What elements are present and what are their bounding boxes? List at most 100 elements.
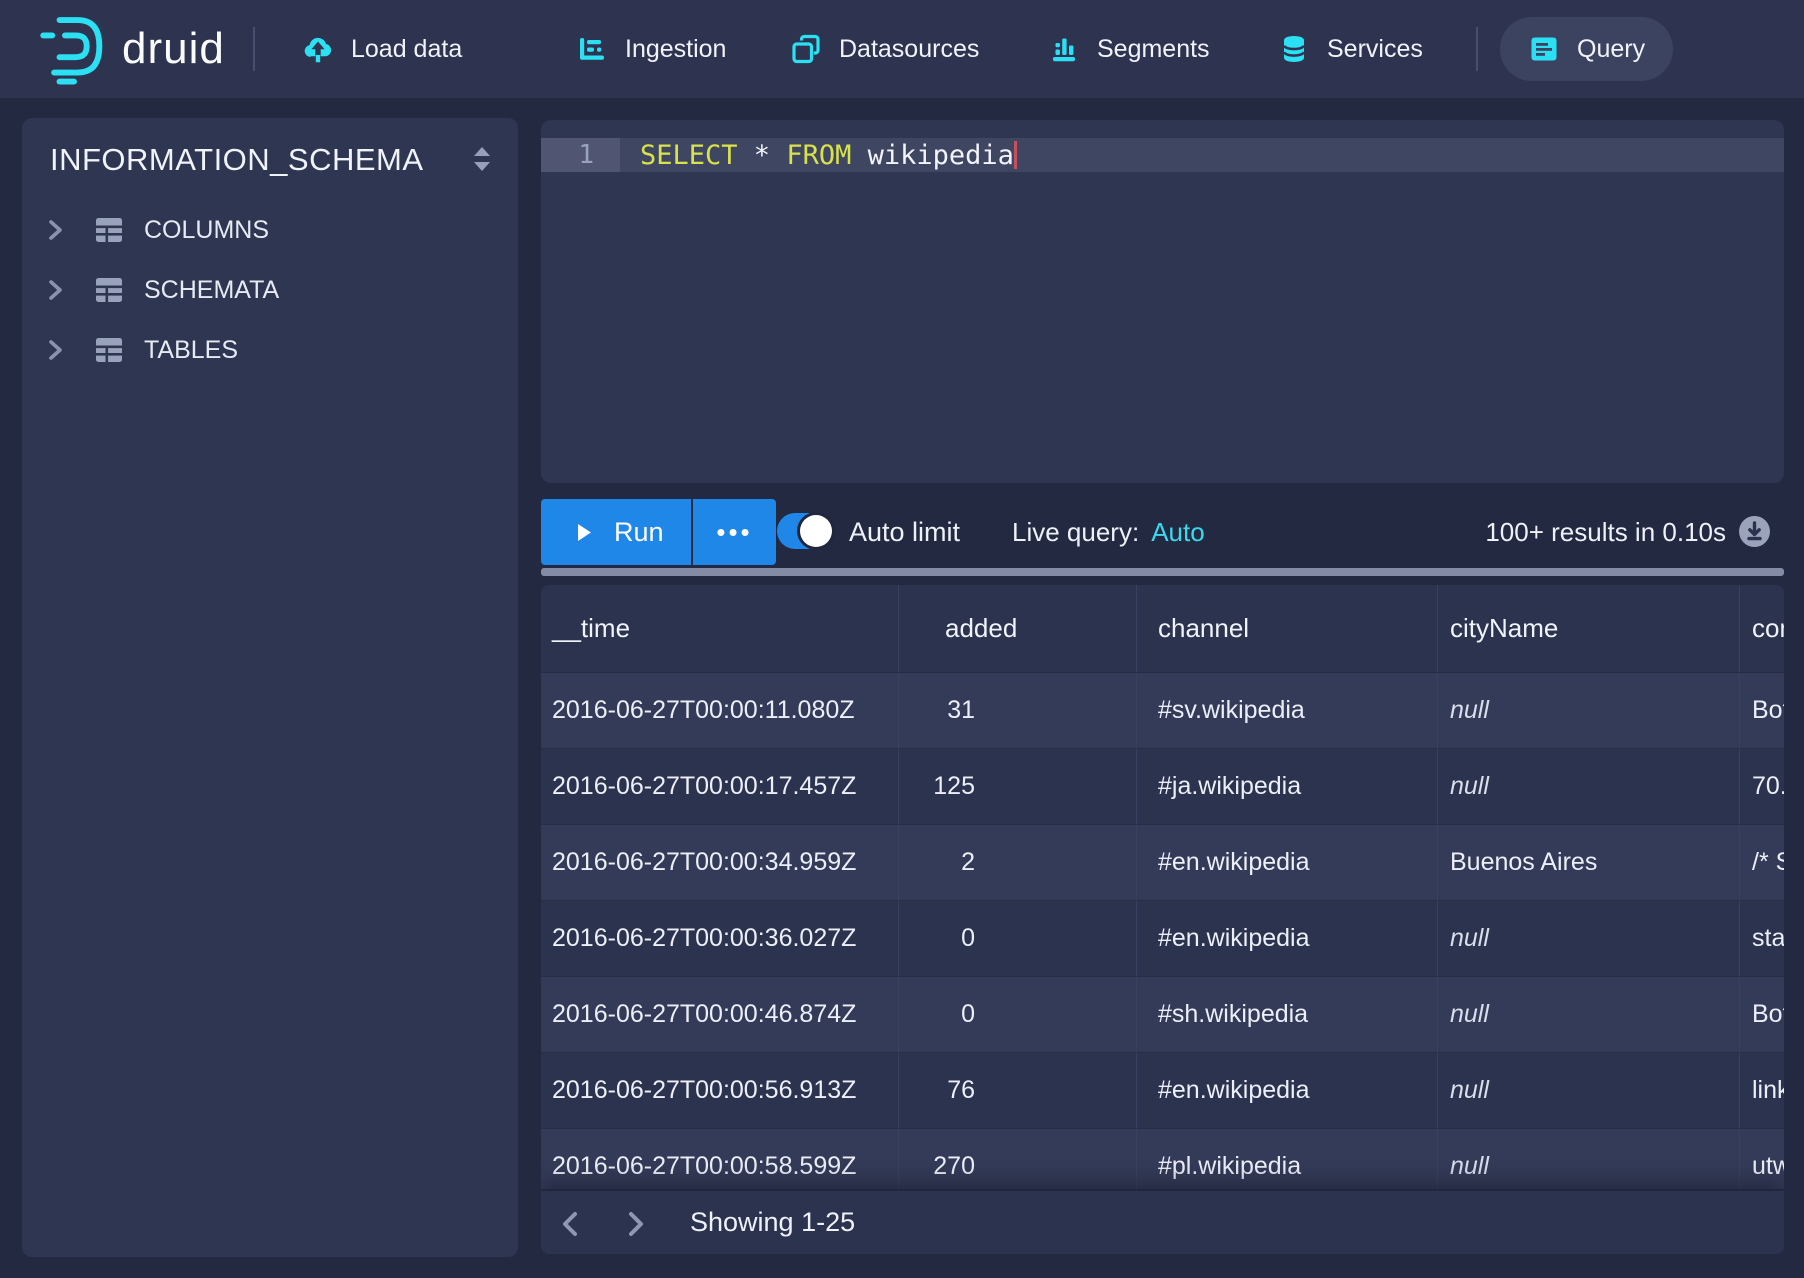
chevron-left-icon[interactable] <box>554 1207 588 1241</box>
cell-time[interactable]: 2016-06-27T00:00:56.913Z <box>541 1053 899 1128</box>
nav-item-label: Query <box>1577 35 1645 64</box>
auto-limit-label: Auto limit <box>849 499 960 565</box>
cell-channel[interactable]: #sh.wikipedia <box>1137 977 1438 1052</box>
editor-results-splitter[interactable] <box>541 568 1784 576</box>
auto-limit-toggle[interactable] <box>777 513 833 549</box>
cell-comment[interactable]: Bot <box>1740 977 1784 1052</box>
text-cursor <box>1014 141 1017 169</box>
results-table: __timeaddedchannelcityNamecomment 2016-0… <box>541 585 1784 1254</box>
cell-added[interactable]: 2 <box>899 825 1137 900</box>
cloud-upload-icon <box>302 33 334 65</box>
table-icon <box>93 275 125 305</box>
chevron-right-icon[interactable] <box>44 219 66 241</box>
cell-added[interactable]: 125 <box>899 749 1137 824</box>
nav-item-label: Segments <box>1097 35 1210 64</box>
cell-added[interactable]: 76 <box>899 1053 1137 1128</box>
results-header-row: __timeaddedchannelcityNamecomment <box>541 585 1784 673</box>
sidebar-item-schemata[interactable]: SCHEMATA <box>40 264 279 316</box>
cell-channel[interactable]: #en.wikipedia <box>1137 901 1438 976</box>
column-header-channel[interactable]: channel <box>1137 585 1438 672</box>
navbar-divider <box>1476 27 1478 71</box>
sql-token-keyword: FROM <box>786 140 851 171</box>
cell-comment[interactable]: stat <box>1740 901 1784 976</box>
cell-cityName[interactable]: Buenos Aires <box>1438 825 1740 900</box>
cell-added[interactable]: 0 <box>899 977 1137 1052</box>
run-more-button[interactable]: ••• <box>693 499 776 565</box>
play-icon <box>577 524 592 541</box>
nav-item-segments[interactable]: Segments <box>1048 0 1210 98</box>
chevron-right-icon[interactable] <box>618 1207 652 1241</box>
druid-brand[interactable]: druid <box>40 0 225 98</box>
live-query: Live query: Auto <box>1012 499 1205 565</box>
nav-item-label: Load data <box>351 35 462 64</box>
cell-cityName[interactable]: null <box>1438 977 1740 1052</box>
nav-item-query[interactable]: Query <box>1500 17 1673 81</box>
table-row: 2016-06-27T00:00:34.959Z2#en.wikipediaBu… <box>541 825 1784 901</box>
sql-editor[interactable]: 1 SELECT * FROM wikipedia <box>541 120 1784 483</box>
double-caret-vertical-icon[interactable] <box>470 145 494 173</box>
column-header-comment[interactable]: comment <box>1740 585 1784 672</box>
cell-time[interactable]: 2016-06-27T00:00:11.080Z <box>541 673 899 748</box>
cell-cityName[interactable]: null <box>1438 901 1740 976</box>
navbar: druid Load data Ingestion Datasources Segme… <box>0 0 1804 98</box>
druid-logo-icon <box>40 11 108 87</box>
ingestion-icon <box>576 33 608 65</box>
cell-cityName[interactable]: null <box>1438 673 1740 748</box>
nav-item-ingestion[interactable]: Ingestion <box>576 0 726 98</box>
showing-label: Showing 1-25 <box>690 1191 855 1254</box>
chevron-right-icon[interactable] <box>44 279 66 301</box>
sql-token-plain: * <box>738 140 787 171</box>
services-icon <box>1278 33 1310 65</box>
cell-channel[interactable]: #sv.wikipedia <box>1137 673 1438 748</box>
schema-sidebar: INFORMATION_SCHEMA COLUMNS SCHEMATA TABLES <box>22 118 518 1257</box>
brand-name: druid <box>122 24 225 74</box>
segments-icon <box>1048 33 1080 65</box>
download-icon[interactable] <box>1739 516 1770 547</box>
cell-added[interactable]: 0 <box>899 901 1137 976</box>
cell-comment[interactable]: /* S <box>1740 825 1784 900</box>
cell-time[interactable]: 2016-06-27T00:00:36.027Z <box>541 901 899 976</box>
table-row: 2016-06-27T00:00:36.027Z0#en.wikipedianu… <box>541 901 1784 977</box>
schema-title: INFORMATION_SCHEMA <box>50 142 424 178</box>
tree-item-label: COLUMNS <box>144 216 269 245</box>
sql-token-keyword: SELECT <box>640 140 738 171</box>
table-icon <box>93 215 125 245</box>
live-query-value[interactable]: Auto <box>1151 517 1205 548</box>
run-button[interactable]: Run <box>541 499 691 565</box>
sql-token-plain: wikipedia <box>851 140 1014 171</box>
results-pagination: Showing 1-25 <box>541 1189 1784 1254</box>
table-icon <box>93 335 125 365</box>
sidebar-item-columns[interactable]: COLUMNS <box>40 204 269 256</box>
table-row: 2016-06-27T00:00:56.913Z76#en.wikipedian… <box>541 1053 1784 1129</box>
nav-item-datasources[interactable]: Datasources <box>790 0 979 98</box>
cell-channel[interactable]: #en.wikipedia <box>1137 1053 1438 1128</box>
nav-item-label: Ingestion <box>625 35 726 64</box>
cell-cityName[interactable]: null <box>1438 1053 1740 1128</box>
query-icon <box>1528 33 1560 65</box>
column-header-added[interactable]: added <box>899 585 1137 672</box>
column-header-time[interactable]: __time <box>541 585 899 672</box>
cell-added[interactable]: 31 <box>899 673 1137 748</box>
table-row: 2016-06-27T00:00:11.080Z31#sv.wikipedian… <box>541 673 1784 749</box>
cell-comment[interactable]: 70. <box>1740 749 1784 824</box>
navbar-divider <box>253 27 255 71</box>
sidebar-item-tables[interactable]: TABLES <box>40 324 238 376</box>
cell-time[interactable]: 2016-06-27T00:00:46.874Z <box>541 977 899 1052</box>
nav-item-services[interactable]: Services <box>1278 0 1423 98</box>
editor-active-line[interactable]: 1 SELECT * FROM wikipedia <box>541 138 1784 172</box>
cell-comment[interactable]: link <box>1740 1053 1784 1128</box>
cell-channel[interactable]: #en.wikipedia <box>1137 825 1438 900</box>
cell-time[interactable]: 2016-06-27T00:00:34.959Z <box>541 825 899 900</box>
nav-item-load-data[interactable]: Load data <box>302 0 462 98</box>
tree-item-label: TABLES <box>144 336 238 365</box>
cell-cityName[interactable]: null <box>1438 749 1740 824</box>
table-row: 2016-06-27T00:00:17.457Z125#ja.wikipedia… <box>541 749 1784 825</box>
sql-text[interactable]: SELECT * FROM wikipedia <box>620 140 1017 171</box>
column-header-cityName[interactable]: cityName <box>1438 585 1740 672</box>
table-row: 2016-06-27T00:00:46.874Z0#sh.wikipedianu… <box>541 977 1784 1053</box>
chevron-right-icon[interactable] <box>44 339 66 361</box>
cell-comment[interactable]: Bot <box>1740 673 1784 748</box>
cell-channel[interactable]: #ja.wikipedia <box>1137 749 1438 824</box>
cell-time[interactable]: 2016-06-27T00:00:17.457Z <box>541 749 899 824</box>
toggle-knob <box>800 515 832 547</box>
